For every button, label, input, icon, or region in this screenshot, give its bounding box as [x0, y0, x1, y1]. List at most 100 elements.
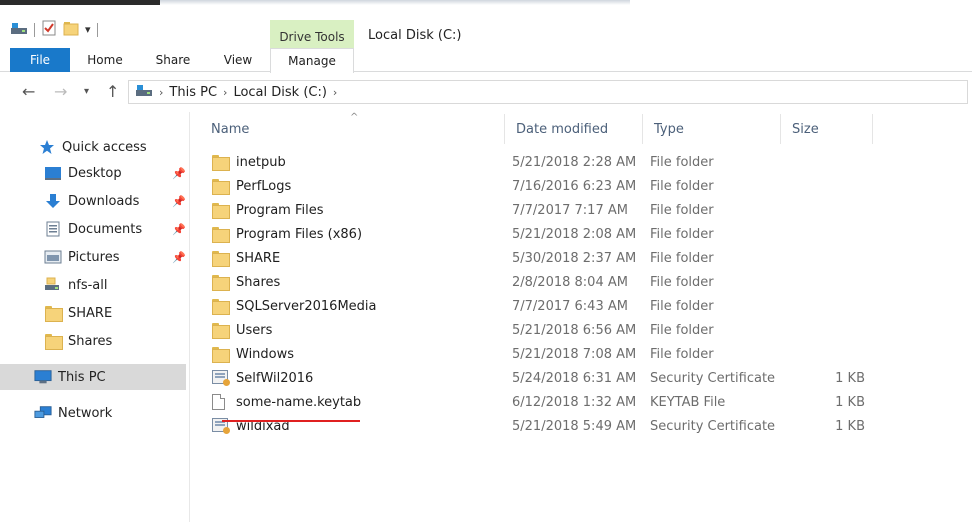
pin-icon[interactable]: 📌: [172, 251, 186, 264]
pin-icon[interactable]: 📌: [172, 195, 186, 208]
file-size: [790, 270, 865, 294]
file-size: 1 KB: [835, 394, 865, 410]
sidebar-item-label: Quick access: [62, 139, 147, 155]
file-row[interactable]: Windows 5/21/2018 7:08 AM File folder: [200, 342, 972, 366]
file-date: 6/12/2018 1:32 AM: [512, 394, 637, 410]
star-icon: [38, 139, 56, 155]
pin-icon[interactable]: 📌: [172, 167, 186, 180]
file-size: [790, 318, 865, 342]
file-row[interactable]: PerfLogs 7/16/2016 6:23 AM File folder: [200, 174, 972, 198]
column-header-label: Type: [654, 121, 684, 137]
navigation-pane: Quick access Desktop 📌 Downloads 📌 Docum…: [0, 112, 190, 522]
file-name: SQLServer2016Media: [236, 298, 377, 314]
file-row[interactable]: Program Files 7/7/2017 7:17 AM File fold…: [200, 198, 972, 222]
file-date: 5/21/2018 7:08 AM: [512, 346, 637, 362]
breadcrumb-local-disk[interactable]: Local Disk (C:): [233, 85, 326, 100]
file-type: Security Certificate: [650, 370, 776, 386]
sidebar-item-network[interactable]: Network: [0, 400, 186, 426]
file-row[interactable]: inetpub 5/21/2018 2:28 AM File folder: [200, 150, 972, 174]
file-type: Security Certificate: [650, 418, 776, 434]
pin-icon[interactable]: 📌: [172, 223, 186, 236]
file-type: File folder: [650, 346, 714, 362]
file-type: File folder: [650, 274, 714, 290]
navigation-bar: ← → ▾ ↑ › This PC › Local Disk (C:) ›: [0, 76, 972, 108]
sidebar-item-desktop[interactable]: Desktop 📌: [0, 160, 186, 186]
file-name: inetpub: [236, 154, 286, 170]
file-date: 7/16/2016 6:23 AM: [512, 178, 637, 194]
up-arrow-icon[interactable]: ↑: [106, 82, 119, 101]
sort-up-icon: ^: [350, 112, 359, 123]
background-window-title: [160, 0, 630, 5]
file-size: [790, 222, 865, 246]
folder-icon: [212, 178, 230, 195]
file-row[interactable]: SelfWil2016 5/24/2018 6:31 AM Security C…: [200, 366, 972, 390]
download-arrow-icon: [44, 193, 62, 209]
sidebar-item-downloads[interactable]: Downloads 📌: [0, 188, 186, 214]
folder-icon: [212, 202, 230, 219]
file-date: 7/7/2017 6:43 AM: [512, 298, 628, 314]
sidebar-item-quick-access[interactable]: Quick access: [0, 134, 186, 160]
file-size: [790, 342, 865, 366]
column-headers: Name ^ Date modified Type Size: [200, 112, 972, 144]
file-row[interactable]: some-name.keytab 6/12/2018 1:32 AM KEYTA…: [200, 390, 972, 414]
tab-manage[interactable]: Manage: [270, 48, 354, 73]
file-row[interactable]: SQLServer2016Media 7/7/2017 6:43 AM File…: [200, 294, 972, 318]
folder-icon: [212, 154, 230, 171]
file-name: Program Files: [236, 202, 324, 218]
chevron-right-icon[interactable]: ›: [223, 86, 227, 99]
tab-home[interactable]: Home: [84, 48, 126, 72]
toolbar-separator: [34, 22, 35, 37]
customize-toolbar-icon[interactable]: ▾: [85, 23, 91, 36]
file-row[interactable]: wildixad 5/21/2018 5:49 AM Security Cert…: [200, 414, 972, 438]
background-window-edge: [0, 0, 160, 5]
file-row[interactable]: SHARE 5/30/2018 2:37 AM File folder: [200, 246, 972, 270]
folder-icon: [212, 226, 230, 243]
tab-view[interactable]: View: [218, 48, 258, 72]
back-arrow-icon[interactable]: ←: [22, 82, 35, 101]
sidebar-item-pictures[interactable]: Pictures 📌: [0, 244, 186, 270]
network-drive-icon: [44, 277, 62, 293]
tab-file[interactable]: File: [10, 48, 70, 72]
file-size: [790, 294, 865, 318]
column-header-name[interactable]: Name ^: [200, 112, 505, 144]
sidebar-item-this-pc[interactable]: This PC: [0, 364, 186, 390]
file-row[interactable]: Program Files (x86) 5/21/2018 2:08 AM Fi…: [200, 222, 972, 246]
breadcrumb-this-pc[interactable]: This PC: [169, 85, 217, 100]
properties-icon[interactable]: [41, 20, 57, 39]
file-name: SHARE: [236, 250, 281, 266]
file-name: some-name.keytab: [236, 394, 362, 410]
quick-access-toolbar: ▾: [10, 20, 98, 39]
chevron-right-icon[interactable]: ›: [159, 86, 163, 99]
file-row[interactable]: Shares 2/8/2018 8:04 AM File folder: [200, 270, 972, 294]
new-folder-icon[interactable]: [63, 20, 79, 39]
sidebar-item-label: SHARE: [68, 305, 113, 321]
sidebar-item-label: Shares: [68, 333, 113, 349]
file-date: 5/21/2018 6:56 AM: [512, 322, 637, 338]
column-header-date[interactable]: Date modified: [505, 114, 643, 144]
sidebar-item-label: Desktop: [68, 165, 122, 181]
sidebar-item-documents[interactable]: Documents 📌: [0, 216, 186, 242]
folder-icon: [44, 305, 63, 322]
sidebar-item-nfs-all[interactable]: nfs-all: [0, 272, 186, 298]
file-date: 5/21/2018 5:49 AM: [512, 418, 637, 434]
window-title: Local Disk (C:): [368, 28, 462, 43]
sidebar-item-share[interactable]: SHARE: [0, 300, 186, 326]
sidebar-item-shares[interactable]: Shares: [0, 328, 186, 354]
column-header-type[interactable]: Type: [643, 114, 781, 144]
tab-share[interactable]: Share: [152, 48, 194, 72]
recent-locations-icon[interactable]: ▾: [84, 86, 89, 97]
sidebar-item-label: Documents: [68, 221, 143, 237]
column-header-label: Name: [211, 121, 250, 137]
forward-arrow-icon[interactable]: →: [54, 82, 67, 101]
chevron-right-icon[interactable]: ›: [333, 86, 337, 99]
file-name: Program Files (x86): [236, 226, 363, 242]
sidebar-item-label: This PC: [58, 369, 106, 385]
drive-icon: [135, 83, 153, 101]
column-header-size[interactable]: Size: [781, 114, 873, 144]
file-row[interactable]: Users 5/21/2018 6:56 AM File folder: [200, 318, 972, 342]
folder-icon: [212, 322, 230, 339]
toolbar-separator: [96, 22, 98, 37]
address-bar[interactable]: › This PC › Local Disk (C:) ›: [128, 80, 968, 104]
file-size: 1 KB: [835, 370, 865, 386]
drive-icon[interactable]: [10, 21, 28, 38]
